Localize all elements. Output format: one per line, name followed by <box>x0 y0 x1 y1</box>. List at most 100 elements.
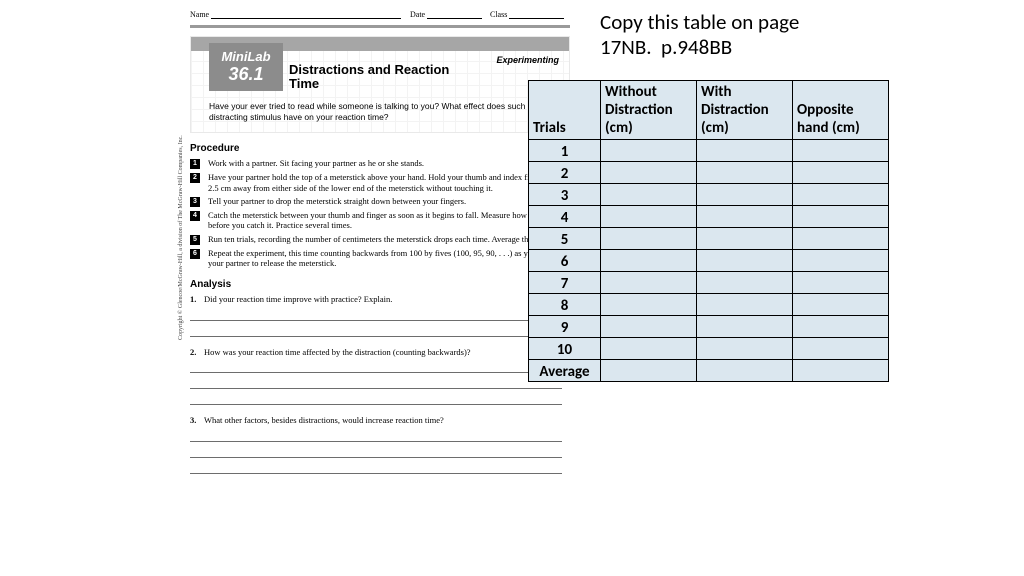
col-trials: Trials <box>529 81 601 140</box>
badge-number: 36.1 <box>209 64 283 85</box>
name-field: Name <box>190 10 410 19</box>
procedure-step: Catch the meterstick between your thumb … <box>204 210 570 231</box>
write-line <box>190 446 562 458</box>
procedure-step: Work with a partner. Sit facing your par… <box>204 158 570 169</box>
table-row: 5 <box>529 228 889 250</box>
row-label: 1 <box>529 140 601 162</box>
write-line <box>190 430 562 442</box>
lab-title-line2: Time <box>289 76 319 91</box>
table-body: 12345678910Average <box>529 140 889 382</box>
table-row: 8 <box>529 294 889 316</box>
copyright-text: Copyright © Glencoe/McGraw-Hill, a divis… <box>178 120 184 340</box>
write-line <box>190 325 562 337</box>
data-cell <box>793 316 889 338</box>
table-row: 1 <box>529 140 889 162</box>
data-cell <box>793 206 889 228</box>
name-label: Name <box>190 10 209 19</box>
data-cell <box>601 294 697 316</box>
table-row: 3 <box>529 184 889 206</box>
data-cell <box>601 338 697 360</box>
data-cell <box>697 316 793 338</box>
procedure-step: Run ten trials, recording the number of … <box>204 234 570 245</box>
date-label: Date <box>410 10 425 19</box>
write-line <box>190 393 562 405</box>
procedure-step: Repeat the experiment, this time countin… <box>204 248 570 269</box>
lab-title-line1: Distractions and Reaction <box>289 62 449 77</box>
row-label: Average <box>529 360 601 382</box>
procedure-step: Have your partner hold the top of a mete… <box>204 172 570 193</box>
data-cell <box>697 206 793 228</box>
data-cell <box>793 228 889 250</box>
row-label: 9 <box>529 316 601 338</box>
analysis-heading: Analysis <box>190 279 570 290</box>
col-with: With Distraction (cm) <box>697 81 793 140</box>
write-line <box>190 462 562 474</box>
col-opposite: Opposite hand (cm) <box>793 81 889 140</box>
instruction-line2: 17NB. p.948BB <box>600 34 732 60</box>
data-cell <box>601 272 697 294</box>
badge-brand: MiniLab <box>209 43 283 64</box>
procedure-list: Work with a partner. Sit facing your par… <box>190 158 570 269</box>
lab-title: Distractions and Reaction Time <box>289 63 449 92</box>
category-label: Experimenting <box>496 55 559 65</box>
minilab-badge: MiniLab 36.1 <box>209 43 283 91</box>
data-cell <box>793 140 889 162</box>
class-label: Class <box>490 10 507 19</box>
data-cell <box>697 140 793 162</box>
data-cell <box>697 184 793 206</box>
data-cell <box>697 338 793 360</box>
data-cell <box>697 294 793 316</box>
data-cell <box>793 294 889 316</box>
data-cell <box>697 250 793 272</box>
write-line <box>190 361 562 373</box>
data-cell <box>601 360 697 382</box>
table-row: 9 <box>529 316 889 338</box>
class-line <box>509 18 564 19</box>
row-label: 7 <box>529 272 601 294</box>
write-line <box>190 309 562 321</box>
row-label: 5 <box>529 228 601 250</box>
table-row: 4 <box>529 206 889 228</box>
data-cell <box>793 184 889 206</box>
data-cell <box>601 184 697 206</box>
write-line <box>190 377 562 389</box>
name-line <box>211 18 401 19</box>
instruction-text: Copy this table on page 17NB. p.948BB <box>600 10 799 60</box>
data-cell <box>601 250 697 272</box>
table-row: 2 <box>529 162 889 184</box>
data-cell <box>601 316 697 338</box>
row-label: 2 <box>529 162 601 184</box>
data-table: Trials Without Distraction (cm) With Dis… <box>528 80 889 382</box>
instruction-line1: Copy this table on page <box>600 9 799 35</box>
analysis-item: 1.Did your reaction time improve with pr… <box>204 294 570 337</box>
data-cell <box>697 162 793 184</box>
header-row: Name Date Class <box>190 10 570 19</box>
intro-text: Have your ever tried to read while someo… <box>209 101 559 122</box>
data-cell <box>697 228 793 250</box>
minilab-panel: MiniLab 36.1 Experimenting Distractions … <box>190 36 570 133</box>
date-field: Date <box>410 10 490 19</box>
data-cell <box>793 162 889 184</box>
row-label: 3 <box>529 184 601 206</box>
table-row: 6 <box>529 250 889 272</box>
data-cell <box>601 140 697 162</box>
data-cell <box>793 272 889 294</box>
analysis-item: 3.What other factors, besides distractio… <box>204 415 570 474</box>
row-label: 6 <box>529 250 601 272</box>
data-cell <box>697 360 793 382</box>
data-cell <box>697 272 793 294</box>
date-line <box>427 18 482 19</box>
table-row: 7 <box>529 272 889 294</box>
data-cell <box>601 206 697 228</box>
data-cell <box>601 162 697 184</box>
analysis-item: 2.How was your reaction time affected by… <box>204 347 570 406</box>
data-cell <box>793 250 889 272</box>
procedure-step: Tell your partner to drop the meterstick… <box>204 196 570 207</box>
data-cell <box>793 338 889 360</box>
class-field: Class <box>490 10 570 19</box>
worksheet-page: Name Date Class MiniLab 36.1 Experimenti… <box>190 10 570 476</box>
analysis-list: 1.Did your reaction time improve with pr… <box>190 294 570 474</box>
row-label: 8 <box>529 294 601 316</box>
col-without: Without Distraction (cm) <box>601 81 697 140</box>
data-cell <box>601 228 697 250</box>
